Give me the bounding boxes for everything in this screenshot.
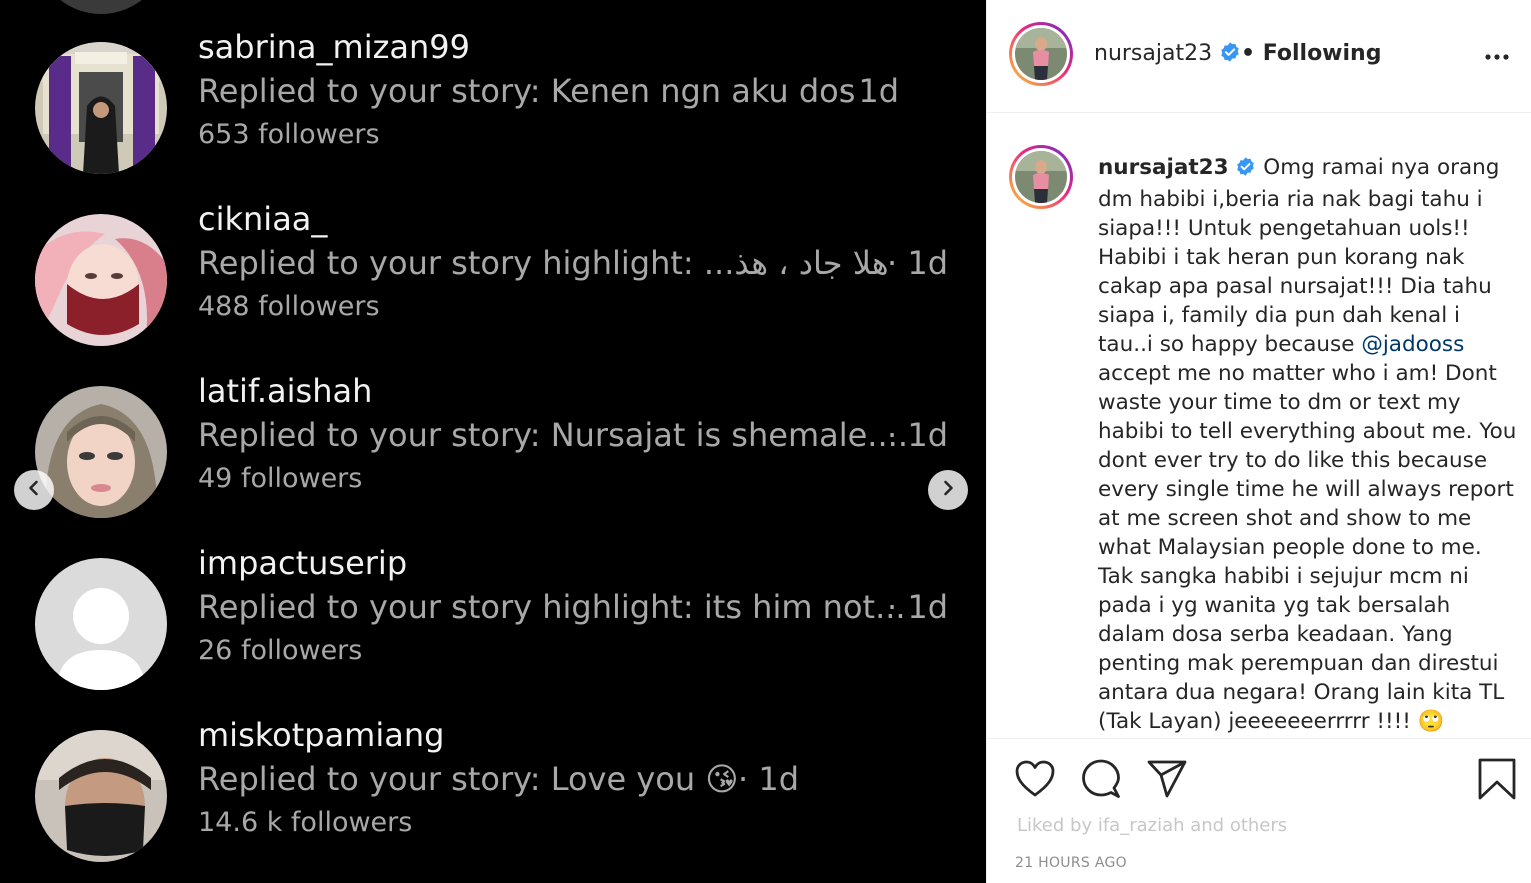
profile-avatar[interactable] bbox=[1009, 22, 1073, 86]
dm-followers: 26 followers bbox=[198, 635, 363, 666]
post-caption: nursajat23 Omg ramai nya orang dm habibi… bbox=[1098, 153, 1518, 736]
dm-list-item[interactable]: cikniaa_ Replied to your story highlight… bbox=[0, 200, 986, 386]
share-icon bbox=[1147, 760, 1187, 802]
dm-username: impactuserip bbox=[198, 544, 408, 582]
next-button[interactable] bbox=[928, 470, 968, 510]
comment-icon bbox=[1081, 759, 1121, 803]
caption-avatar[interactable] bbox=[1009, 145, 1073, 209]
dm-time: · 1d bbox=[887, 416, 949, 454]
post-username[interactable]: nursajat23 bbox=[1094, 41, 1241, 69]
dm-list-item[interactable]: sabrina_mizan99 Replied to your story: K… bbox=[0, 28, 986, 214]
dm-reply-text: Replied to your story highlight: its him… bbox=[198, 588, 906, 626]
dm-time: · 1d bbox=[738, 760, 800, 798]
dm-reply-emoji: 😘 bbox=[705, 760, 739, 798]
verified-badge-icon bbox=[1219, 41, 1241, 69]
dm-list-item[interactable]: impactuserip Replied to your story highl… bbox=[0, 544, 986, 730]
mention-link[interactable]: @jadooss bbox=[1361, 332, 1464, 357]
previous-button[interactable] bbox=[14, 470, 54, 510]
chevron-right-icon bbox=[939, 479, 957, 501]
dm-followers: 653 followers bbox=[198, 119, 380, 150]
dm-list-item[interactable]: latif.aishah Replied to your story: Nurs… bbox=[0, 372, 986, 558]
heart-icon bbox=[1015, 760, 1055, 802]
post-side-panel: nursajat23 • Following nursajat23 Omg ra… bbox=[986, 0, 1531, 883]
bookmark-icon bbox=[1478, 758, 1516, 804]
caption-text: accept me no matter who i am! Dont waste… bbox=[1098, 361, 1517, 734]
avatar bbox=[35, 386, 167, 518]
chevron-left-icon bbox=[25, 479, 43, 501]
save-button[interactable] bbox=[1478, 758, 1516, 804]
avatar bbox=[35, 730, 167, 862]
avatar bbox=[35, 42, 167, 174]
dm-list-item[interactable]: miskotpamiang Replied to your story: Lov… bbox=[0, 716, 986, 883]
likes-summary[interactable]: Liked by ifa_raziah and others bbox=[1017, 815, 1287, 836]
dm-followers: 488 followers bbox=[198, 291, 380, 322]
like-button[interactable] bbox=[1015, 760, 1055, 802]
caption-username[interactable]: nursajat23 bbox=[1098, 155, 1229, 180]
dm-followers: 49 followers bbox=[198, 463, 363, 494]
dm-time: · 1d bbox=[887, 244, 949, 282]
dm-username: miskotpamiang bbox=[198, 716, 445, 754]
dm-reply-arabic: هلا جاد ، هذ... bbox=[703, 244, 889, 282]
following-button[interactable]: Following bbox=[1263, 41, 1382, 66]
share-button[interactable] bbox=[1147, 760, 1187, 802]
dm-username: cikniaa_ bbox=[198, 200, 328, 238]
avatar bbox=[35, 558, 167, 690]
more-horizontal-icon bbox=[1485, 47, 1509, 66]
post-timestamp: 21 HOURS AGO bbox=[1015, 855, 1127, 871]
dm-reply-text: Replied to your story highlight: هلا جاد… bbox=[198, 244, 889, 282]
dm-reply-text: Replied to your story: Kenen ngn aku dos bbox=[198, 72, 856, 110]
dm-reply-text: Replied to your story: Love you 😘 bbox=[198, 760, 739, 798]
separator-dot: • bbox=[1241, 41, 1256, 66]
dm-followers: 14.6 k followers bbox=[198, 807, 413, 838]
comment-button[interactable] bbox=[1081, 759, 1121, 803]
dm-username: sabrina_mizan99 bbox=[198, 28, 470, 66]
divider bbox=[987, 112, 1531, 113]
post-media-screenshot: sabrina_mizan99 Replied to your story: K… bbox=[0, 0, 986, 883]
avatar bbox=[35, 214, 167, 346]
dm-username: latif.aishah bbox=[198, 372, 373, 410]
dm-reply-text: Replied to your story: Nursajat is shema… bbox=[198, 416, 908, 454]
follow-status[interactable]: • Following bbox=[1241, 41, 1381, 66]
avatar bbox=[35, 0, 167, 14]
more-options-button[interactable] bbox=[1485, 47, 1509, 66]
divider bbox=[987, 738, 1531, 739]
caption-text: Omg ramai nya orang dm habibi i,beria ri… bbox=[1098, 155, 1500, 357]
dm-time: · 1d bbox=[838, 72, 900, 110]
caption-emoji: 🙄 bbox=[1417, 709, 1445, 734]
verified-badge-icon bbox=[1235, 156, 1256, 185]
dm-time: · 1d bbox=[887, 588, 949, 626]
